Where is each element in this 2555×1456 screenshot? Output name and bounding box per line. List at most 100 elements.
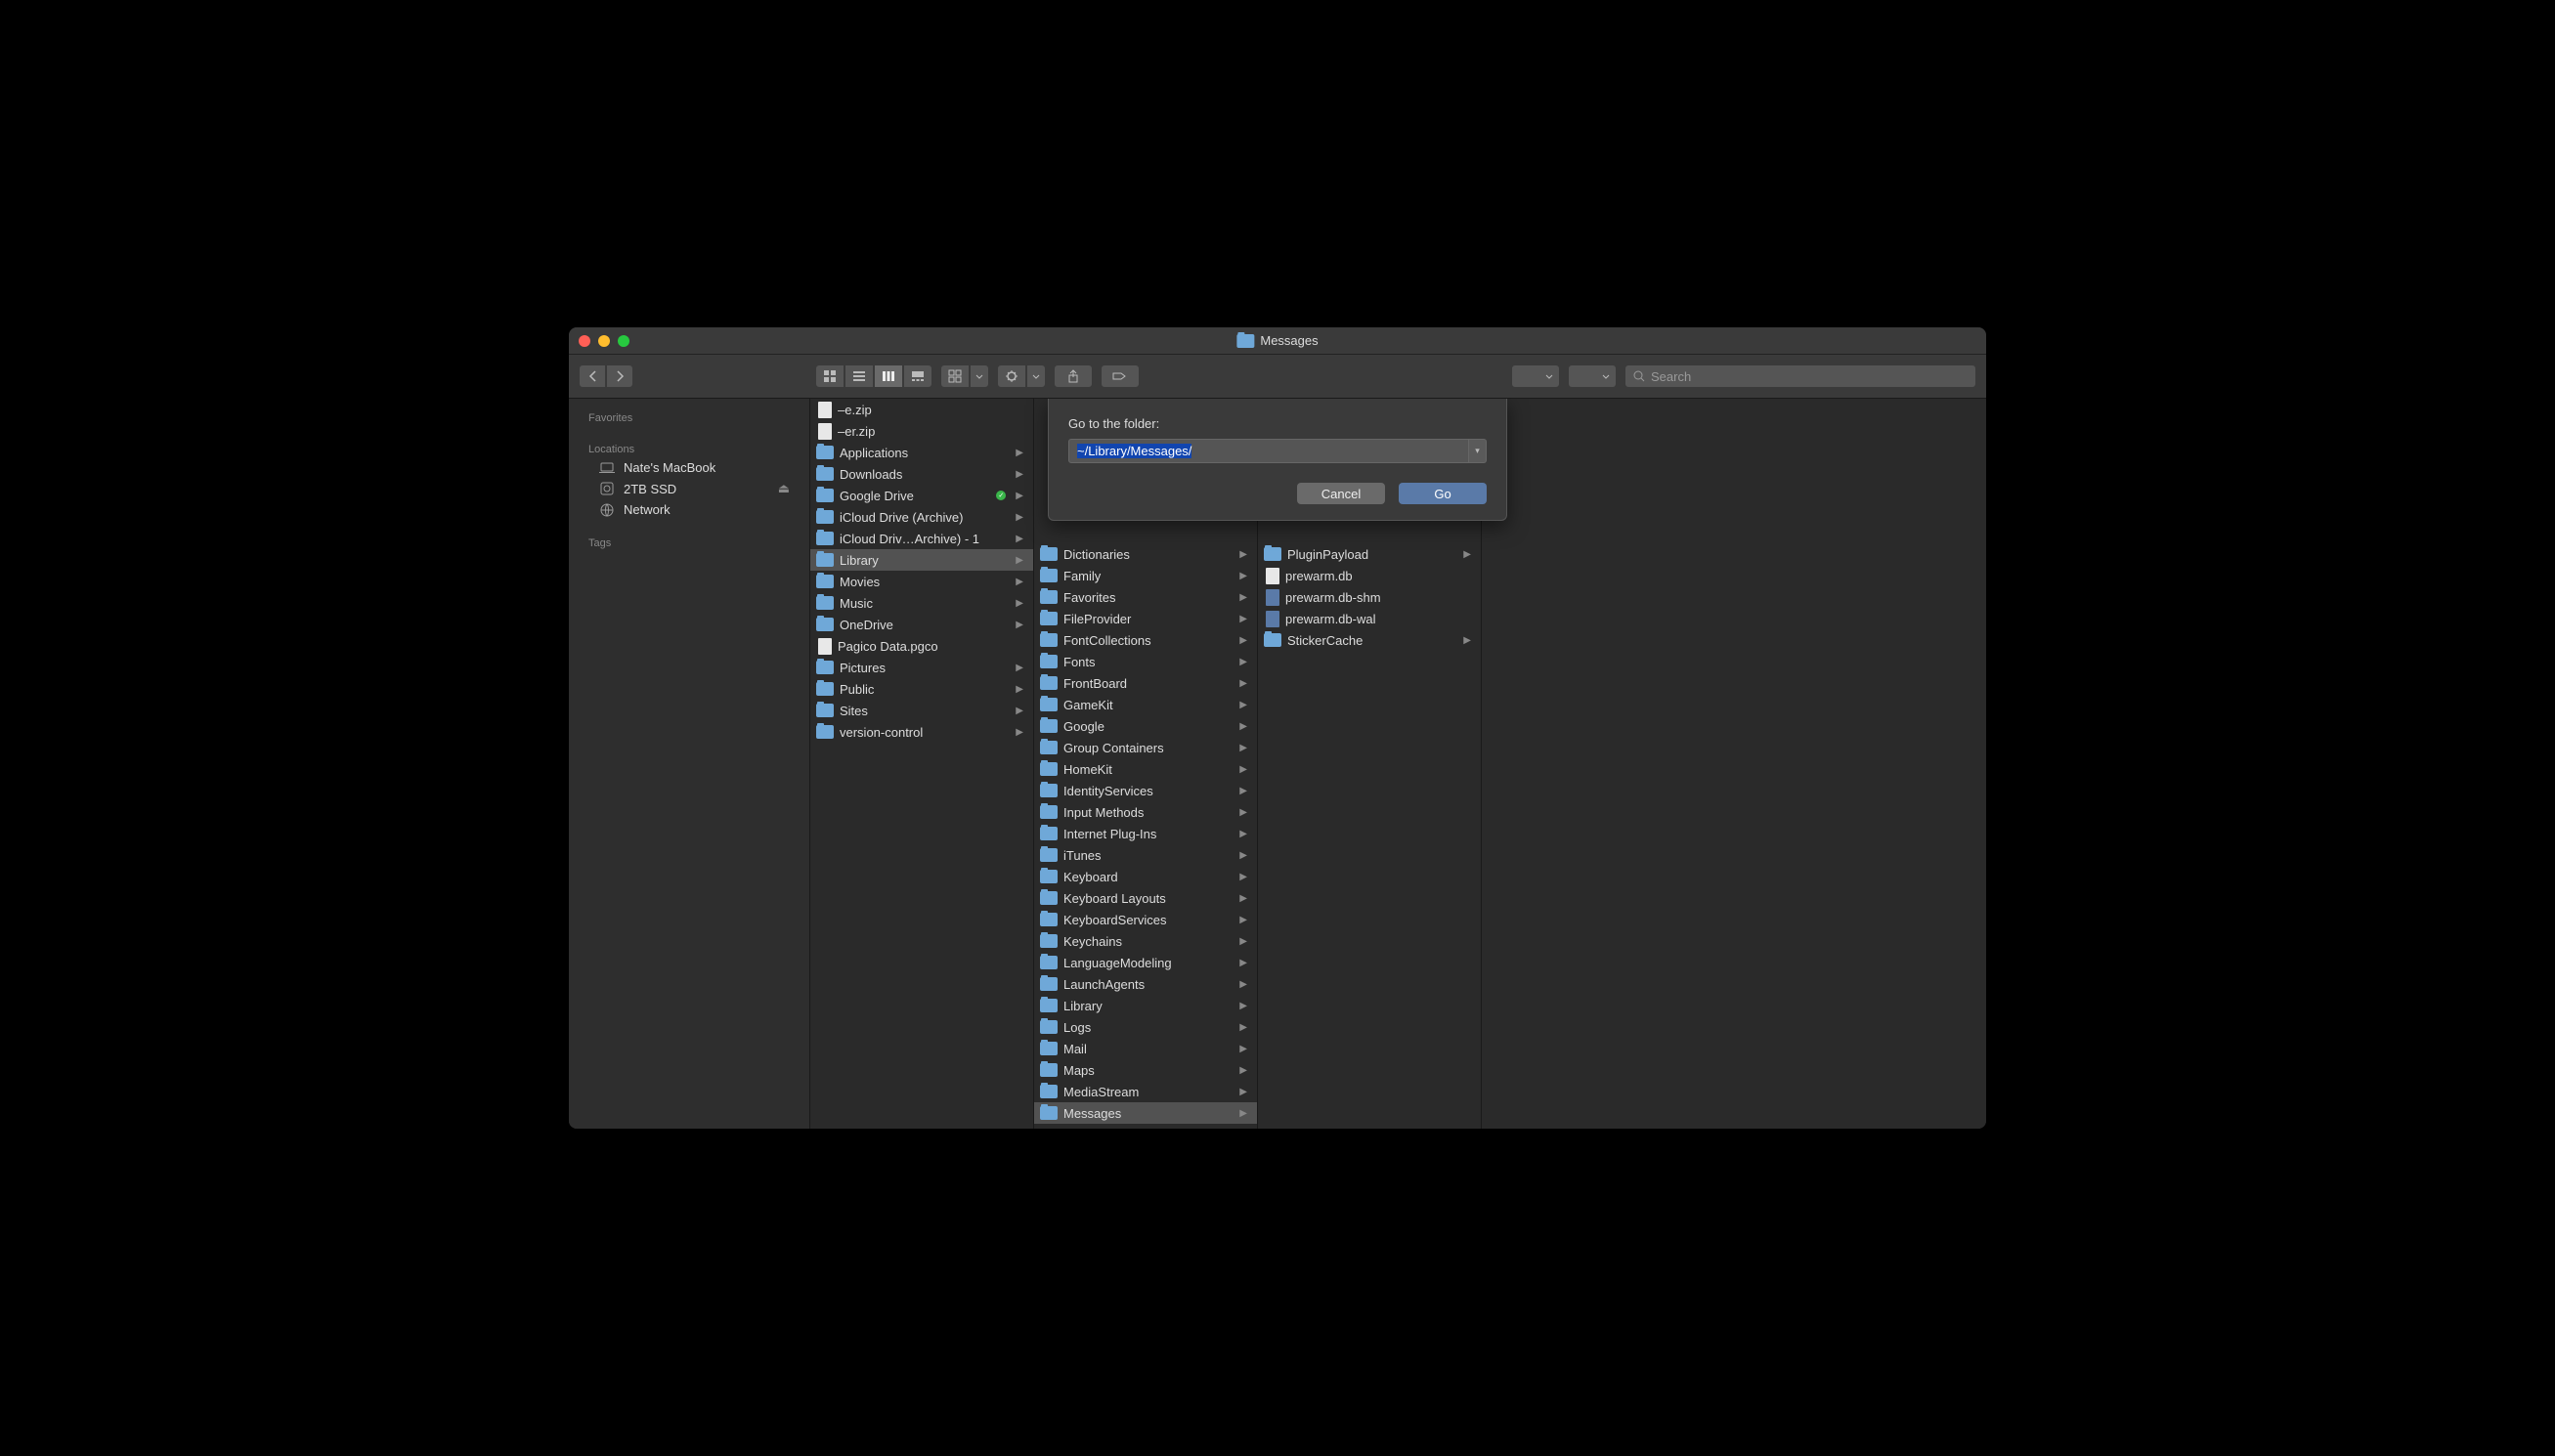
column-item[interactable]: Pagico Data.pgco (810, 635, 1033, 657)
column-item[interactable]: KeyboardServices▶ (1034, 909, 1257, 930)
column-item[interactable]: prewarm.db-wal (1258, 608, 1481, 629)
column-item[interactable]: StickerCache▶ (1258, 629, 1481, 651)
column-item[interactable]: Movies▶ (810, 571, 1033, 592)
chevron-right-icon: ▶ (1239, 764, 1251, 775)
item-label: Keyboard Layouts (1063, 891, 1234, 906)
column-item[interactable]: Pictures▶ (810, 657, 1033, 678)
folder-icon (816, 682, 834, 696)
item-label: Pictures (840, 661, 1010, 675)
forward-button[interactable] (606, 364, 633, 388)
column-item[interactable]: LaunchAgents▶ (1034, 973, 1257, 995)
column-item[interactable]: Dictionaries▶ (1034, 543, 1257, 565)
dropdown-2[interactable] (1568, 364, 1617, 388)
arrange-button[interactable] (940, 364, 970, 388)
column-item[interactable]: Maps▶ (1034, 1059, 1257, 1081)
item-label: iCloud Driv…Archive) - 1 (840, 532, 1010, 546)
action-group (997, 364, 1046, 388)
search-box[interactable] (1624, 364, 1976, 388)
column-item[interactable]: Input Methods▶ (1034, 801, 1257, 823)
share-button[interactable] (1054, 364, 1093, 388)
column-item[interactable]: Favorites▶ (1034, 586, 1257, 608)
folder-icon (1040, 1085, 1058, 1098)
item-label: GameKit (1063, 698, 1234, 712)
go-button[interactable]: Go (1399, 483, 1487, 504)
back-button[interactable] (579, 364, 606, 388)
dropdown-1[interactable] (1511, 364, 1560, 388)
action-button[interactable] (997, 364, 1026, 388)
column-item[interactable]: Keyboard Layouts ▶ (1034, 887, 1257, 909)
eject-icon[interactable]: ⏏ (778, 481, 790, 496)
column-item[interactable]: FrontBoard▶ (1034, 672, 1257, 694)
sidebar-location-item[interactable]: 2TB SSD⏏ (569, 478, 809, 499)
column-item[interactable]: HomeKit▶ (1034, 758, 1257, 780)
column-item[interactable]: Sites▶ (810, 700, 1033, 721)
column-item[interactable]: MediaStream▶ (1034, 1081, 1257, 1102)
column-item[interactable]: PluginPayload▶ (1258, 543, 1481, 565)
item-label: Google Drive (840, 489, 990, 503)
column-item[interactable]: –e.zip (810, 399, 1033, 420)
column-item[interactable]: Applications▶ (810, 442, 1033, 463)
column-item[interactable]: Library▶ (810, 549, 1033, 571)
arrange-dropdown[interactable] (970, 364, 989, 388)
column-item[interactable]: Fonts▶ (1034, 651, 1257, 672)
column-item[interactable]: –er.zip (810, 420, 1033, 442)
column-item[interactable]: Downloads▶ (810, 463, 1033, 485)
column-item[interactable]: FileProvider▶ (1034, 608, 1257, 629)
column-item[interactable]: Public▶ (810, 678, 1033, 700)
folder-icon (1040, 719, 1058, 733)
folder-icon (1040, 999, 1058, 1012)
path-dropdown-button[interactable]: ▾ (1469, 439, 1487, 463)
column-item[interactable]: Music▶ (810, 592, 1033, 614)
column-item[interactable]: Messages▶ (1034, 1102, 1257, 1124)
folder-icon (1040, 784, 1058, 797)
column-item[interactable]: Logs▶ (1034, 1016, 1257, 1038)
column-item[interactable]: GameKit▶ (1034, 694, 1257, 715)
list-view-button[interactable] (844, 364, 874, 388)
column-item[interactable]: OneDrive▶ (810, 614, 1033, 635)
sidebar-location-item[interactable]: Network (569, 499, 809, 520)
folder-icon (1040, 805, 1058, 819)
column-item[interactable]: Keyboard▶ (1034, 866, 1257, 887)
cancel-button[interactable]: Cancel (1297, 483, 1385, 504)
file-icon (1266, 568, 1279, 584)
minimize-window-button[interactable] (598, 335, 610, 347)
item-label: StickerCache (1287, 633, 1457, 648)
gallery-view-button[interactable] (903, 364, 932, 388)
column-item[interactable]: Group Containers▶ (1034, 737, 1257, 758)
column-item[interactable]: Mail▶ (1034, 1038, 1257, 1059)
icon-view-button[interactable] (815, 364, 844, 388)
sync-badge-icon: ✓ (996, 491, 1006, 500)
column-item[interactable]: Internet Plug-Ins▶ (1034, 823, 1257, 844)
folder-icon (816, 553, 834, 567)
column-item[interactable]: Google Drive✓▶ (810, 485, 1033, 506)
column-item[interactable]: IdentityServices▶ (1034, 780, 1257, 801)
item-label: IdentityServices (1063, 784, 1234, 798)
folder-icon (816, 489, 834, 502)
path-input[interactable] (1068, 439, 1469, 463)
column-item[interactable]: iCloud Driv…Archive) - 1▶ (810, 528, 1033, 549)
action-dropdown[interactable] (1026, 364, 1046, 388)
column-item[interactable]: Keychains▶ (1034, 930, 1257, 952)
chevron-right-icon: ▶ (1016, 598, 1027, 609)
sidebar-location-item[interactable]: Nate's MacBook (569, 457, 809, 478)
folder-icon (1236, 334, 1254, 348)
close-window-button[interactable] (579, 335, 590, 347)
tags-button[interactable] (1101, 364, 1140, 388)
column-item[interactable]: iTunes▶ (1034, 844, 1257, 866)
column-item[interactable]: Library▶ (1034, 995, 1257, 1016)
column-item[interactable]: LanguageModeling▶ (1034, 952, 1257, 973)
chevron-right-icon: ▶ (1239, 893, 1251, 904)
column-item[interactable]: Family▶ (1034, 565, 1257, 586)
search-input[interactable] (1651, 369, 1968, 384)
titlebar: Messages (569, 327, 1986, 355)
folder-icon (816, 618, 834, 631)
column-item[interactable]: prewarm.db (1258, 565, 1481, 586)
maximize-window-button[interactable] (618, 335, 629, 347)
column-item[interactable]: prewarm.db-shm (1258, 586, 1481, 608)
column-item[interactable]: Google▶ (1034, 715, 1257, 737)
column-item[interactable]: version-control▶ (810, 721, 1033, 743)
column-item[interactable]: iCloud Drive (Archive)▶ (810, 506, 1033, 528)
column-view-button[interactable] (874, 364, 903, 388)
folder-icon (816, 725, 834, 739)
column-item[interactable]: FontCollections▶ (1034, 629, 1257, 651)
